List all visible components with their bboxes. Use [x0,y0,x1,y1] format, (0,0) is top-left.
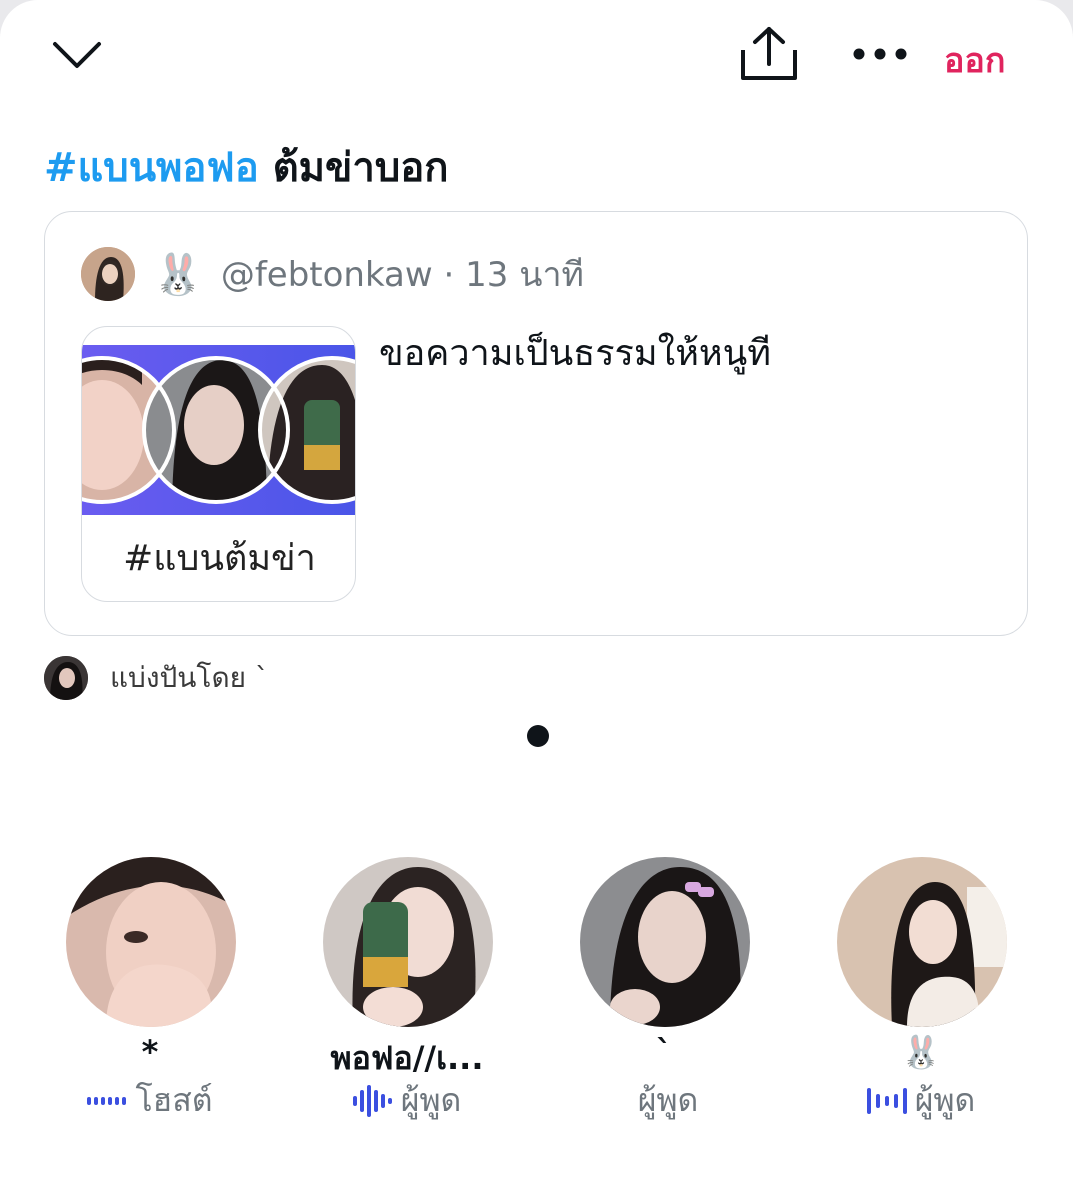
role-label: โฮสต์ [135,1081,213,1119]
role-label: ผู้พูด [914,1081,976,1119]
avatar[interactable] [580,857,750,1027]
author-handle[interactable]: @febtonkaw [221,255,433,295]
quoted-tweet-meta: @febtonkaw · 13 นาที [221,247,584,301]
avatar[interactable] [837,857,1007,1027]
avatar [44,656,88,700]
audio-wave-icon [866,1087,907,1114]
audio-wave-icon [87,1096,127,1105]
space-sheet: ออก #แบนพอฟอ ต้มข่าบอก 🐰 @febtonkaw · 13… [0,0,1073,1200]
shared-by-label: แบ่งปันโดย ` [110,661,269,694]
role-label: ผู้พูด [400,1081,462,1119]
participant-role: ผู้พูด [287,1075,527,1126]
page-indicator-dot [527,725,549,747]
timestamp: 13 นาที [465,255,584,295]
space-title: #แบนพอฟอ ต้มข่าบอก [44,135,448,199]
audio-wave-icon [352,1084,392,1117]
participant-role: โฮสต์ [30,1075,270,1126]
participant-role: ผู้พูด [544,1075,784,1126]
quoted-tweet-card[interactable]: 🐰 @febtonkaw · 13 นาที #แบนต้มข่า ขอความ [44,211,1028,636]
quoted-tweet-image[interactable]: #แบนต้มข่า [81,326,356,602]
more-icon[interactable] [850,36,910,72]
quoted-tweet-header: 🐰 @febtonkaw · 13 นาที [81,246,584,302]
participant-role: ผู้พูด [801,1075,1041,1126]
participant-name: ` [656,1033,672,1071]
avatar[interactable] [66,857,236,1027]
participant-name: 🐰 [901,1033,941,1071]
meta-separator: · [432,255,466,295]
image-faces [82,356,355,504]
shared-by-row[interactable]: แบ่งปันโดย ` [44,656,269,700]
avatar[interactable] [323,857,493,1027]
quoted-tweet-text: ขอความเป็นธรรมให้หนูที [379,333,771,374]
rabbit-emoji: 🐰 [153,251,203,298]
share-icon[interactable] [738,24,800,84]
title-hashtag[interactable]: #แบนพอฟอ [44,145,259,191]
avatar[interactable] [81,247,135,301]
top-bar: ออก [0,0,1073,110]
participant-name: * [141,1033,159,1071]
role-label: ผู้พูด [637,1081,699,1119]
leave-button[interactable]: ออก [944,33,1005,87]
chevron-down-icon[interactable] [52,30,102,80]
title-text: ต้มข่าบอก [258,145,449,191]
image-caption: #แบนต้มข่า [123,538,316,579]
